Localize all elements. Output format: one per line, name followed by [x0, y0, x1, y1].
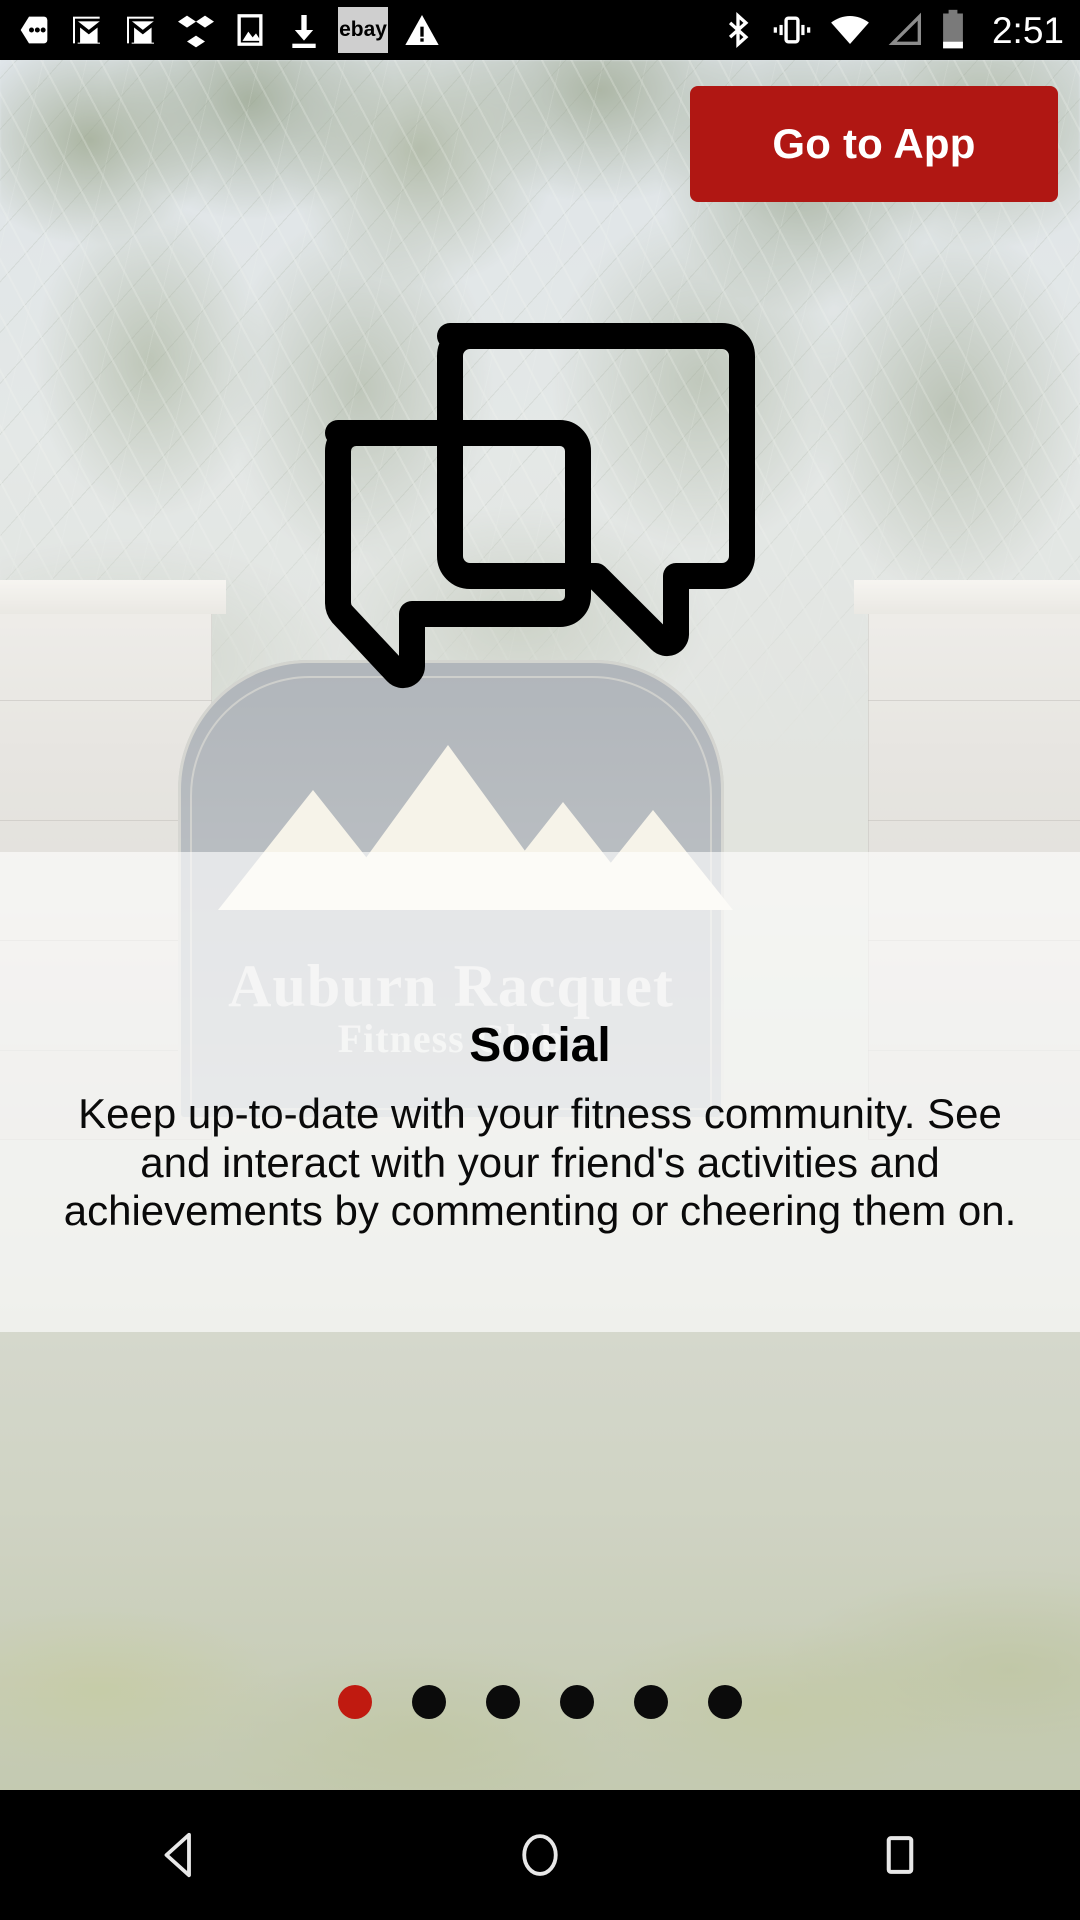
vibrate-mode-icon — [773, 16, 811, 44]
status-bar-clock: 2:51 — [991, 9, 1064, 51]
messaging-notification-icon — [20, 16, 48, 44]
ebay-notification-icon: ebay — [338, 7, 388, 53]
dropbox-notification-icon — [178, 15, 214, 48]
feature-title: Social — [469, 1019, 611, 1072]
go-to-app-button[interactable]: Go to App — [690, 86, 1058, 202]
download-notification-icon — [292, 15, 316, 48]
screenshot-notification-icon — [237, 14, 263, 46]
gmail-notification-icon-2 — [127, 16, 157, 47]
pagination-dot-4[interactable] — [560, 1685, 594, 1719]
warning-notification-icon — [405, 15, 439, 45]
nav-recents-button[interactable] — [820, 1790, 980, 1920]
android-navigation-bar — [0, 1790, 1080, 1920]
battery-icon — [943, 9, 963, 49]
app-screen: Auburn Racquet Fitness Club — [0, 0, 1080, 1920]
pagination-dot-3[interactable] — [486, 1685, 520, 1719]
bluetooth-icon — [728, 12, 749, 48]
chat-bubbles-icon — [325, 323, 755, 688]
pagination-dot-6[interactable] — [708, 1685, 742, 1719]
recents-square-icon — [886, 1836, 914, 1874]
nav-back-button[interactable] — [100, 1790, 260, 1920]
cellular-signal-icon — [888, 12, 921, 45]
pagination-dots — [0, 1682, 1080, 1722]
ebay-icon-label: ebay — [339, 18, 387, 41]
pagination-dot-5[interactable] — [634, 1685, 668, 1719]
pagination-dot-2[interactable] — [412, 1685, 446, 1719]
home-circle-icon — [522, 1834, 558, 1876]
nav-home-button[interactable] — [460, 1790, 620, 1920]
back-triangle-icon — [164, 1832, 191, 1878]
feature-description: Keep up-to-date with your fitness commun… — [63, 1090, 1017, 1235]
pagination-dot-1[interactable] — [338, 1685, 372, 1719]
status-bar-notifications: ebay — [14, 7, 442, 53]
status-bar: ebay 2:51 — [0, 0, 1080, 60]
feature-info-panel: Social Keep up-to-date with your fitness… — [0, 852, 1080, 1332]
status-bar-system-icons: 2:51 — [719, 8, 1064, 52]
gmail-notification-icon — [73, 16, 103, 47]
wifi-signal-icon — [831, 16, 869, 44]
